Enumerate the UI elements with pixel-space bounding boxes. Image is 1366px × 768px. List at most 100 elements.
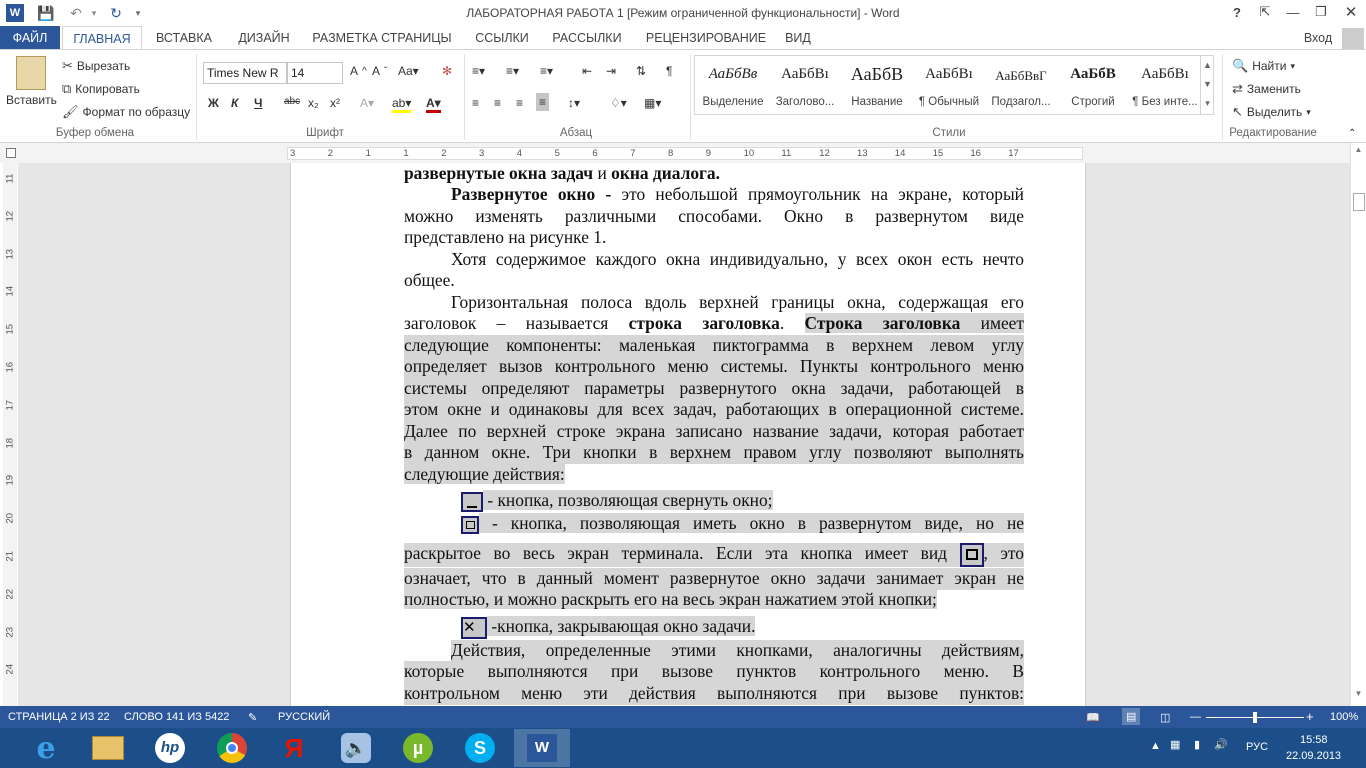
styles-scroll[interactable]: ▲ ▼ ▾ <box>1200 56 1214 114</box>
zoom-out-icon[interactable]: — <box>1190 711 1201 723</box>
bold-button[interactable]: Ж <box>208 96 219 110</box>
text-effects-icon[interactable]: A▾ <box>360 96 374 110</box>
copy-button[interactable]: ⧉ Копировать <box>62 81 140 97</box>
tab-references[interactable]: ССЫЛКИ <box>462 26 542 50</box>
network-icon[interactable]: ▮ <box>1194 738 1200 751</box>
ie-icon[interactable]: e <box>18 729 74 767</box>
decrease-indent-icon[interactable]: ⇤ <box>582 64 592 78</box>
style-normal[interactable]: АаБбВı ¶ Обычный <box>913 56 985 114</box>
scroll-thumb[interactable] <box>1353 193 1365 211</box>
superscript-button[interactable]: x² <box>330 96 340 110</box>
bullets-icon[interactable]: ≡▾ <box>472 64 485 78</box>
tray-app-icon[interactable]: ▦ <box>1170 738 1180 751</box>
multilevel-list-icon[interactable]: ≡▾ <box>540 64 553 78</box>
italic-button[interactable]: К <box>231 96 238 110</box>
align-right-icon[interactable]: ≡ <box>516 96 523 110</box>
font-name-field[interactable]: Times New R <box>203 62 287 84</box>
tab-page-layout[interactable]: РАЗМЕТКА СТРАНИЦЫ <box>306 26 458 50</box>
find-button[interactable]: 🔍 Найти ▾ <box>1232 58 1295 74</box>
font-size-field[interactable]: 14 <box>287 62 343 84</box>
tab-view[interactable]: ВИД <box>780 26 816 50</box>
paste-icon[interactable] <box>16 56 46 90</box>
grow-font-button[interactable]: A ^ <box>350 64 367 78</box>
sign-in-link[interactable]: Вход <box>1300 26 1336 50</box>
show-marks-icon[interactable]: ¶ <box>666 64 672 78</box>
increase-indent-icon[interactable]: ⇥ <box>606 64 616 78</box>
justify-icon[interactable]: ≡ <box>536 93 550 111</box>
clear-formatting-icon[interactable]: ✻ <box>442 64 452 78</box>
language-indicator[interactable]: РУССКИЙ <box>278 711 330 723</box>
borders-icon[interactable]: ▦▾ <box>644 96 661 110</box>
minimize-button[interactable]: — <box>1278 0 1308 24</box>
paste-button[interactable]: Вставить <box>6 93 57 107</box>
avatar[interactable] <box>1342 28 1364 50</box>
show-hidden-icons[interactable]: ▲ <box>1150 740 1161 752</box>
select-button[interactable]: ↖ Выделить ▾ <box>1232 104 1311 120</box>
page-count[interactable]: СТРАНИЦА 2 ИЗ 22 <box>8 711 110 723</box>
ruler-tick-label: 15 <box>932 148 944 159</box>
word-count[interactable]: СЛОВО 141 ИЗ 5422 <box>124 711 229 723</box>
align-center-icon[interactable]: ≡ <box>494 96 501 110</box>
tab-home[interactable]: ГЛАВНАЯ <box>62 26 142 50</box>
format-painter-button[interactable]: 🖌 Формат по образцу <box>62 104 190 120</box>
tab-mailings[interactable]: РАССЫЛКИ <box>546 26 628 50</box>
utorrent-icon[interactable]: µ <box>390 729 446 767</box>
style-strong[interactable]: АаБбВ Строгий <box>1057 56 1129 114</box>
vertical-ruler[interactable]: 11 12 13 14 15 16 17 18 19 20 21 22 23 24 <box>3 163 17 706</box>
web-layout-icon[interactable]: ◫ <box>1160 711 1170 724</box>
close-button[interactable]: ✕ <box>1336 0 1366 24</box>
minimize-button-image <box>461 492 483 512</box>
file-explorer-icon[interactable] <box>80 729 136 767</box>
style-title[interactable]: АаБбВ Название <box>841 56 913 114</box>
tab-review[interactable]: РЕЦЕНЗИРОВАНИЕ <box>632 26 780 50</box>
cut-button[interactable]: ✂ Вырезать <box>62 58 130 74</box>
input-language[interactable]: РУС <box>1246 741 1268 753</box>
zoom-level[interactable]: 100% <box>1330 711 1358 723</box>
replace-button[interactable]: ⇄ Заменить <box>1232 81 1301 97</box>
skype-icon[interactable]: S <box>452 729 508 767</box>
word-taskbar-icon[interactable]: W <box>514 729 570 767</box>
shading-icon[interactable]: ♢▾ <box>610 96 627 110</box>
print-layout-icon[interactable]: ▤ <box>1122 708 1141 725</box>
clock-date[interactable]: 22.09.2013 <box>1286 750 1341 762</box>
subscript-button[interactable]: x₂ <box>308 96 319 110</box>
line-spacing-icon[interactable]: ↕▾ <box>568 96 580 110</box>
clock-time[interactable]: 15:58 <box>1300 734 1328 746</box>
vertical-scrollbar[interactable]: ▲ ▼ <box>1350 143 1366 706</box>
document-page[interactable]: развернутые окна задач и окна диалога. Р… <box>290 163 1086 706</box>
tab-file[interactable]: ФАЙЛ <box>0 26 60 50</box>
numbering-icon[interactable]: ≡▾ <box>506 64 519 78</box>
ribbon-display-options-icon[interactable]: ⇱ <box>1250 0 1280 24</box>
style-no-spacing[interactable]: АаБбВı ¶ Без инте... <box>1129 56 1201 114</box>
shrink-font-button[interactable]: Aˇ <box>372 64 387 78</box>
font-color-icon[interactable]: A▾ <box>426 96 441 113</box>
volume-icon[interactable]: 🔊 <box>1214 738 1228 751</box>
audio-app-icon[interactable]: 🔈 <box>328 729 384 767</box>
tab-selector-icon[interactable] <box>6 148 16 158</box>
style-emphasis[interactable]: АаБбВв Выделение <box>697 56 769 114</box>
style-subtitle[interactable]: АаБбВвГ Подзагол... <box>985 56 1057 114</box>
sort-icon[interactable]: ⇅ <box>636 64 646 78</box>
restore-button[interactable]: ❐ <box>1306 0 1336 24</box>
scroll-down-icon[interactable]: ▼ <box>1353 689 1364 701</box>
paragraph: Развернутое окно - это небольшой прямоуг… <box>404 184 1024 206</box>
collapse-ribbon-icon[interactable]: ⌃ <box>1348 128 1356 139</box>
scroll-up-icon[interactable]: ▲ <box>1353 145 1364 157</box>
horizontal-ruler[interactable]: 3 2 1 1 2 3 4 5 6 7 8 9 10 11 12 13 14 15 16 17 <box>287 147 1083 160</box>
help-button[interactable]: ? <box>1222 0 1252 24</box>
hp-icon[interactable]: hp <box>142 729 198 767</box>
read-mode-icon[interactable]: 📖 <box>1086 711 1100 724</box>
highlight-color-icon[interactable]: ab▾ <box>392 96 412 113</box>
zoom-in-icon[interactable]: + <box>1306 709 1314 724</box>
chrome-icon[interactable] <box>204 729 260 767</box>
align-left-icon[interactable]: ≡ <box>472 96 479 110</box>
yandex-icon[interactable]: Я <box>266 729 322 767</box>
proofing-icon[interactable]: ✎ <box>248 711 257 724</box>
zoom-thumb[interactable] <box>1253 712 1257 723</box>
strikethrough-button[interactable]: abc <box>284 96 300 107</box>
change-case-button[interactable]: Aa▾ <box>398 64 419 78</box>
underline-button[interactable]: Ч <box>254 96 262 110</box>
tab-insert[interactable]: ВСТАВКА <box>146 26 222 50</box>
style-heading[interactable]: АаБбВı Заголово... <box>769 56 841 114</box>
tab-design[interactable]: ДИЗАЙН <box>226 26 302 50</box>
